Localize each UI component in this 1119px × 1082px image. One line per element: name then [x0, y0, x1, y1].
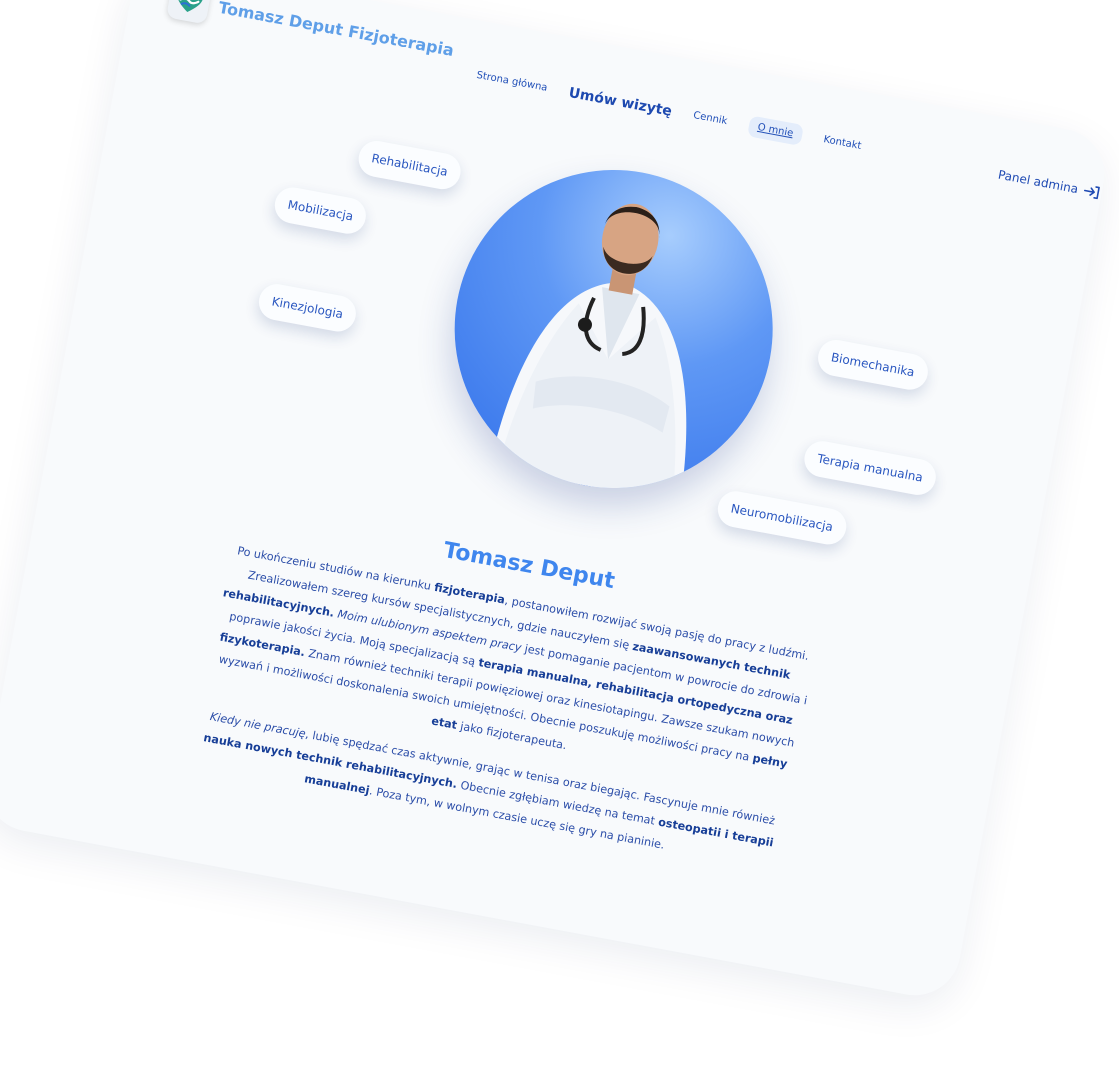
tag-neuromobilization: Neuromobilizacja	[714, 488, 849, 548]
brand-name: Tomasz Deput Fizjoterapia	[217, 0, 456, 60]
page-card: Tomasz Deput Fizjoterapia Strona główna …	[0, 0, 1112, 1003]
nav-book-visit[interactable]: Umów wizytę	[567, 85, 673, 120]
admin-panel-label: Panel admina	[996, 167, 1080, 197]
nav-contact[interactable]: Kontakt	[823, 134, 863, 152]
tag-rehabilitation: Rehabilitacja	[355, 137, 464, 193]
login-arrow-icon	[1084, 186, 1101, 200]
main-nav: Strona główna Umów wizytę Cennik O mnie …	[475, 65, 863, 157]
tag-mobilization: Mobilizacja	[271, 184, 370, 237]
heart-hands-icon	[165, 0, 213, 25]
tag-kinesiology: Kinezjologia	[255, 281, 360, 335]
admin-panel-link[interactable]: Panel admina	[997, 168, 1101, 201]
brand-logo[interactable]: Tomasz Deput Fizjoterapia	[165, 0, 457, 70]
doctor-photo	[428, 143, 799, 515]
user-avatar[interactable]	[1108, 181, 1112, 228]
nav-about[interactable]: O mnie	[746, 115, 804, 146]
tag-manual-therapy: Terapia manualna	[801, 438, 939, 498]
nav-home[interactable]: Strona główna	[476, 70, 549, 94]
nav-pricing[interactable]: Cennik	[692, 110, 728, 127]
tag-biomechanics: Biomechanika	[815, 337, 931, 393]
